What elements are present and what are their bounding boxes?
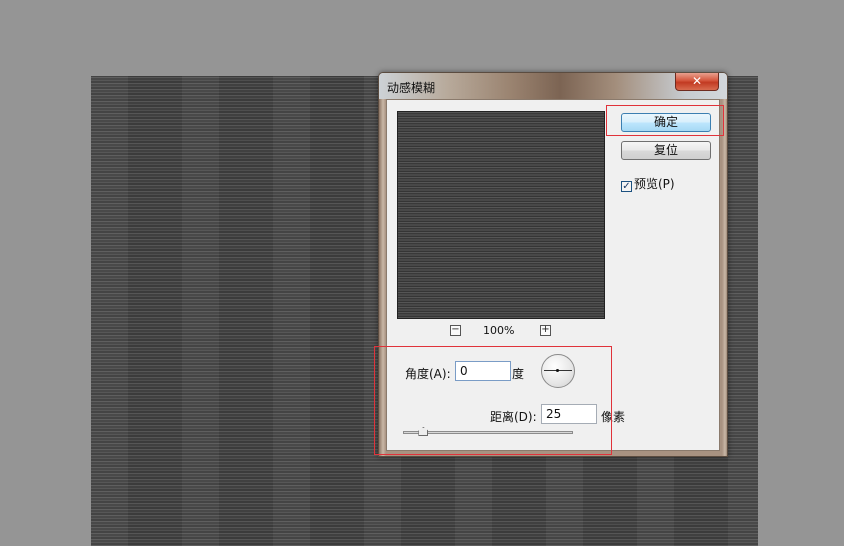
preview-checkbox-row[interactable]: ✓ 预览(P) [621, 175, 675, 192]
distance-label: 距离(D): [490, 410, 537, 424]
zoom-in-button[interactable]: + [540, 325, 551, 336]
angle-unit: 度 [512, 367, 525, 381]
distance-slider-track[interactable] [403, 431, 573, 434]
preview-checkbox-label: 预览(P) [634, 177, 675, 191]
close-button[interactable]: ✕ [675, 73, 719, 91]
preview-checkbox[interactable]: ✓ [621, 181, 632, 192]
plus-icon: + [541, 324, 550, 335]
angle-label: 角度(A): [405, 367, 451, 381]
dialog-title: 动感模糊 [387, 81, 436, 95]
motion-blur-dialog: 动感模糊 ✕ − 100% + 确定 复位 ✓预览(P) 角度(A): 0 度 [378, 72, 728, 457]
minus-icon: − [451, 324, 460, 335]
angle-dial-center [556, 369, 559, 372]
zoom-level: 100% [483, 324, 515, 337]
zoom-out-button[interactable]: − [450, 325, 461, 336]
distance-slider-thumb[interactable] [418, 427, 429, 436]
angle-input[interactable]: 0 [455, 361, 511, 381]
reset-button[interactable]: 复位 [621, 141, 711, 160]
dialog-titlebar[interactable]: 动感模糊 ✕ [379, 73, 727, 99]
workspace-background: 动感模糊 ✕ − 100% + 确定 复位 ✓预览(P) 角度(A): 0 度 [0, 0, 844, 546]
ok-button[interactable]: 确定 [621, 113, 711, 132]
distance-input[interactable]: 25 [541, 404, 597, 424]
dialog-client-area: − 100% + 确定 复位 ✓ 预览(P) 角度(A): 0 度 距离(D): … [386, 99, 720, 451]
angle-dial[interactable] [541, 354, 575, 388]
close-icon: ✕ [691, 74, 703, 88]
preview-image[interactable] [397, 111, 605, 319]
distance-unit: 像素 [601, 410, 626, 424]
